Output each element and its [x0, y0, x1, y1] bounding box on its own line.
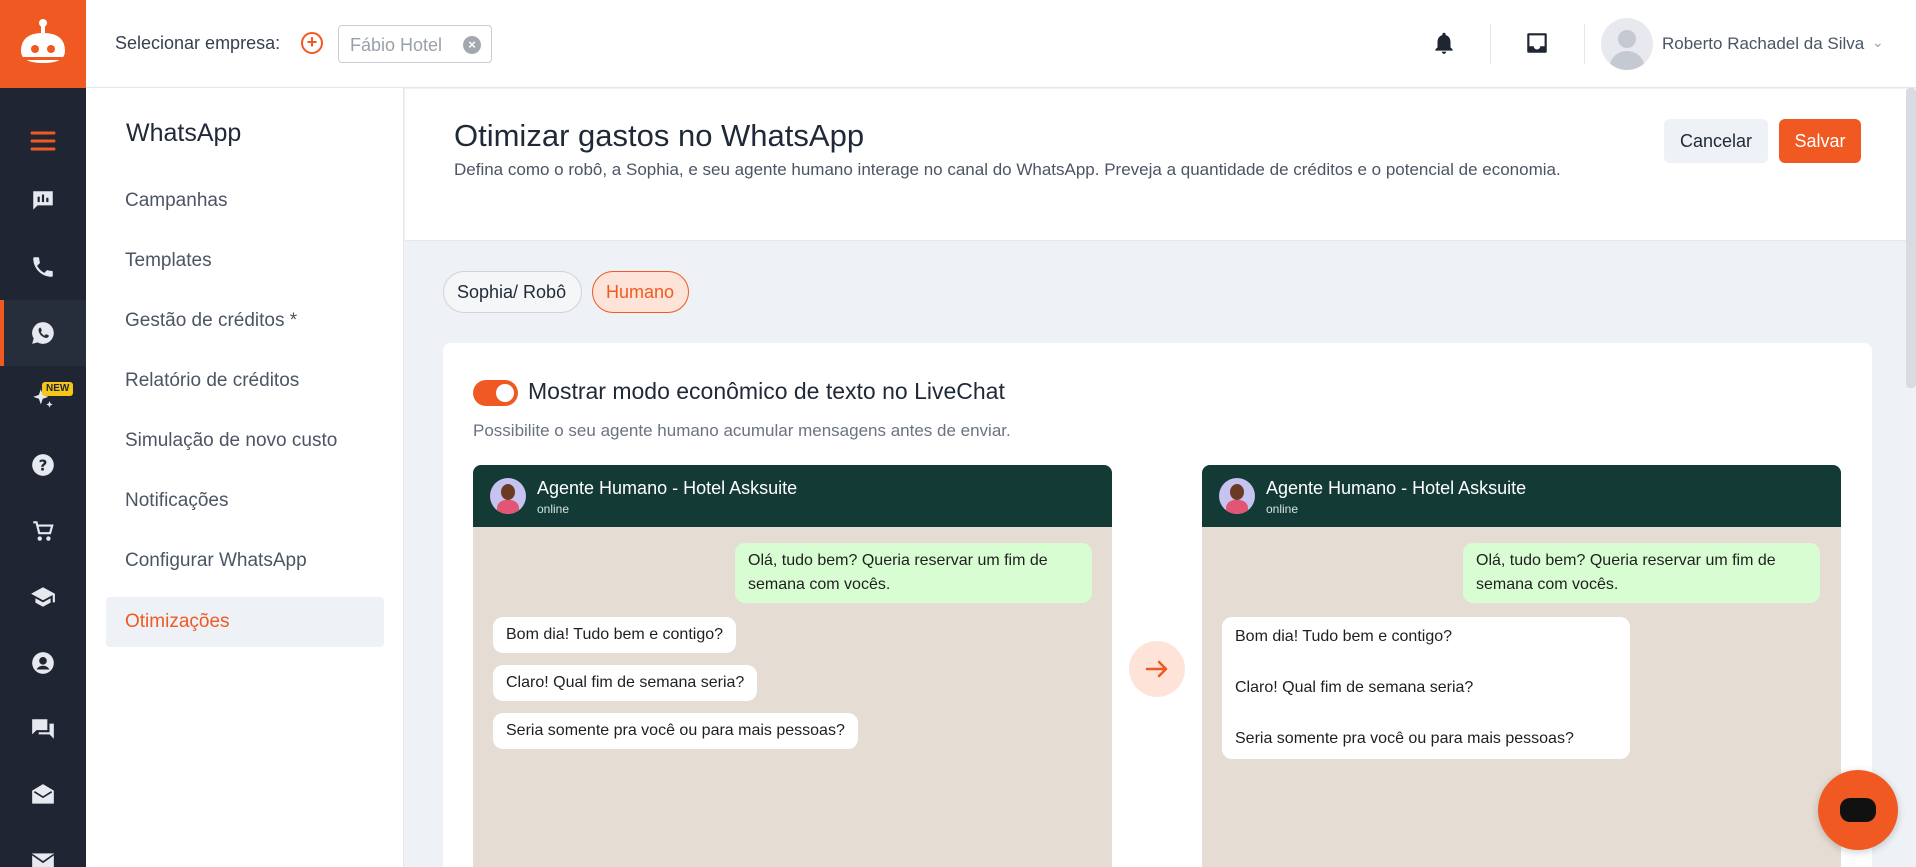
clear-icon[interactable]: × — [463, 36, 481, 54]
message-out: Olá, tudo bem? Queria reservar um fim de… — [1463, 543, 1820, 603]
left-rail: NEW ? — [0, 0, 86, 867]
account-icon[interactable] — [0, 630, 86, 696]
subnav-item-relatorio-creditos[interactable]: Relatório de créditos — [106, 356, 384, 406]
economic-mode-toggle[interactable] — [473, 380, 518, 406]
chat-preview-before: Agente Humano - Hotel Asksuite online Ol… — [473, 465, 1112, 867]
card-title: Mostrar modo econômico de texto no LiveC… — [528, 378, 1005, 404]
select-company-label: Selecionar empresa: — [115, 33, 281, 53]
whatsapp-icon[interactable] — [0, 300, 86, 366]
bell-icon[interactable] — [1431, 30, 1457, 61]
school-icon[interactable] — [0, 564, 86, 630]
company-select-value: Fábio Hotel — [350, 35, 443, 55]
chat-bubble-icon — [1840, 798, 1876, 822]
chat-header: Agente Humano - Hotel Asksuite online — [473, 465, 1112, 527]
menu-icon[interactable] — [0, 108, 86, 174]
svg-text:?: ? — [39, 456, 48, 474]
message-in: Seria somente pra você ou para mais pess… — [493, 713, 858, 749]
chat-launcher-button[interactable] — [1818, 770, 1898, 850]
new-badge: NEW — [42, 382, 74, 396]
agent-avatar — [490, 478, 526, 514]
add-company-icon[interactable]: + — [301, 32, 323, 54]
subnav-item-templates[interactable]: Templates — [106, 236, 384, 286]
message-out: Olá, tudo bem? Queria reservar um fim de… — [735, 543, 1092, 603]
subnav-item-configurar[interactable]: Configurar WhatsApp — [106, 536, 384, 586]
cancel-button[interactable]: Cancelar — [1664, 119, 1768, 163]
save-button[interactable]: Salvar — [1779, 119, 1861, 163]
tab-sophia-robo[interactable]: Sophia/ Robô — [443, 271, 582, 313]
dashboard-chat-icon[interactable] — [0, 168, 86, 234]
economic-mode-card: Mostrar modo econômico de texto no LiveC… — [443, 343, 1872, 867]
card-description: Possibilite o seu agente humano acumular… — [473, 421, 1011, 440]
help-icon[interactable]: ? — [0, 432, 86, 498]
page-description: Defina como o robô, a Sophia, e seu agen… — [454, 160, 1561, 179]
cart-icon[interactable] — [0, 498, 86, 564]
sparkle-icon[interactable]: NEW — [0, 366, 86, 432]
message-in: Bom dia! Tudo bem e contigo? — [493, 617, 737, 653]
subnav-item-otimizacoes[interactable]: Otimizações — [106, 597, 384, 647]
avatar[interactable] — [1601, 18, 1653, 70]
divider — [1584, 24, 1585, 64]
chat-status: online — [537, 502, 570, 516]
subnav-item-gestao-creditos[interactable]: Gestão de créditos * — [106, 296, 384, 346]
page-title: Otimizar gastos no WhatsApp — [454, 118, 865, 153]
tab-humano[interactable]: Humano — [592, 271, 689, 313]
user-name[interactable]: Roberto Rachadel da Silva — [1662, 34, 1864, 54]
message-line: Bom dia! Tudo bem e contigo? — [1235, 628, 1453, 645]
robot-logo-icon[interactable] — [0, 0, 86, 88]
chat-preview-after: Agente Humano - Hotel Asksuite online Ol… — [1202, 465, 1841, 867]
chat-name: Agente Humano - Hotel Asksuite — [1266, 478, 1527, 498]
inbox-icon[interactable] — [1524, 30, 1550, 61]
message-in-combined: Bom dia! Tudo bem e contigo? Claro! Qual… — [1222, 617, 1630, 759]
page-header: Otimizar gastos no WhatsApp Defina como … — [405, 89, 1916, 241]
arrow-right-icon — [1129, 641, 1185, 697]
chat-header: Agente Humano - Hotel Asksuite online — [1202, 465, 1841, 527]
forum-icon[interactable] — [0, 696, 86, 762]
mail-icon[interactable] — [0, 828, 86, 867]
message-line: Seria somente pra você ou para mais pess… — [1235, 730, 1574, 747]
subnav-title: WhatsApp — [126, 119, 242, 147]
message-line: Claro! Qual fim de semana seria? — [1235, 679, 1474, 696]
chat-name: Agente Humano - Hotel Asksuite — [537, 478, 798, 498]
scrollbar[interactable] — [1906, 88, 1916, 388]
divider — [1490, 24, 1491, 64]
message-in: Claro! Qual fim de semana seria? — [493, 665, 758, 701]
phone-icon[interactable] — [0, 234, 86, 300]
company-select[interactable]: Fábio Hotel × — [338, 25, 492, 63]
subnav-item-simulacao[interactable]: Simulação de novo custo — [106, 416, 384, 466]
whatsapp-subnav: WhatsApp Campanhas Templates Gestão de c… — [86, 88, 404, 867]
chevron-down-icon[interactable]: ⌄ — [1872, 34, 1884, 51]
subnav-item-notificacoes[interactable]: Notificações — [106, 476, 384, 526]
drafts-icon[interactable] — [0, 762, 86, 828]
subnav-item-campanhas[interactable]: Campanhas — [106, 176, 384, 226]
agent-avatar — [1219, 478, 1255, 514]
top-bar: Selecionar empresa: + Fábio Hotel × Robe… — [86, 0, 1916, 88]
chat-status: online — [1266, 502, 1299, 516]
